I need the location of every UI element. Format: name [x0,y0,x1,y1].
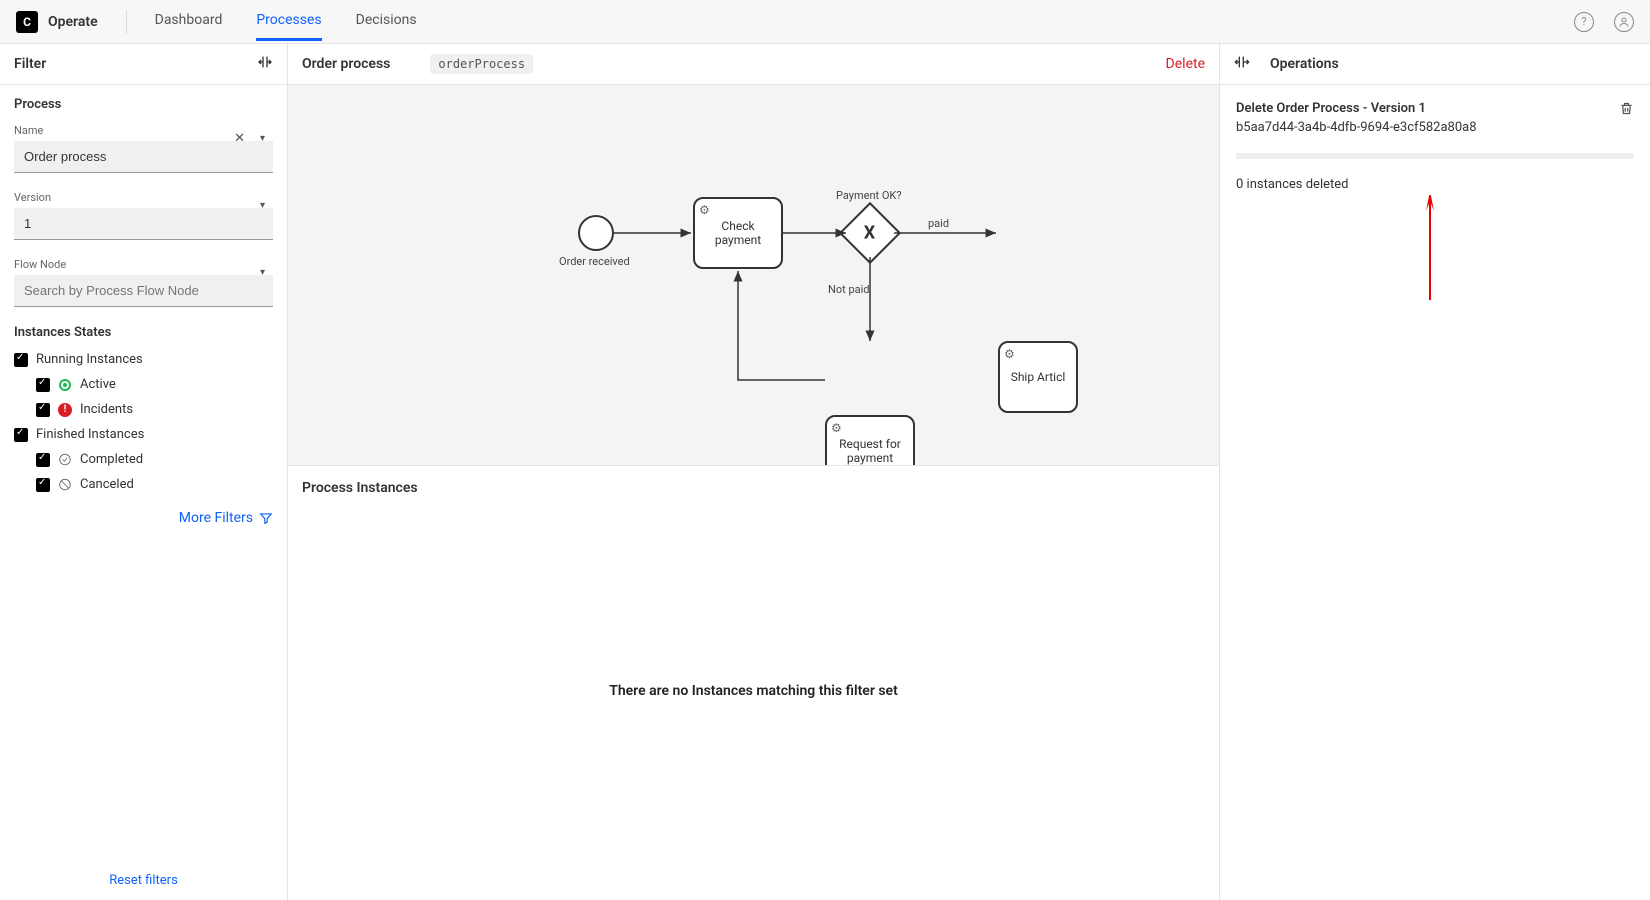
canceled-checkbox-row[interactable]: Canceled [36,477,273,492]
paid-label: paid [928,217,949,230]
process-id-badge: orderProcess [430,54,533,74]
completed-label: Completed [80,452,143,467]
flownode-field: Flow Node ▾ [14,258,273,307]
checkbox-icon [14,428,28,442]
bpmn-diagram[interactable]: Order received ⚙ Check payment X Payment… [288,85,1219,465]
filter-icon [259,511,273,525]
nav-decisions[interactable]: Decisions [356,12,417,41]
instances-empty-message: There are no Instances matching this fil… [302,496,1205,886]
canceled-state-icon [58,478,72,492]
instances-title: Process Instances [302,480,1205,496]
operations-title: Operations [1270,56,1339,72]
bpmn-task-check-payment[interactable]: ⚙ Check payment [693,197,783,269]
checkbox-icon [36,378,50,392]
active-checkbox-row[interactable]: Active [36,377,273,392]
help-icon[interactable]: ? [1574,12,1594,32]
finished-checkbox-row[interactable]: Finished Instances [14,427,273,442]
operation-status: 0 instances deleted [1236,177,1634,192]
version-field: Version ▾ [14,191,273,240]
clear-name-icon[interactable]: ✕ [234,131,245,146]
brand-separator [126,10,127,34]
checkbox-icon [36,453,50,467]
topbar-right: ? [1574,12,1634,32]
version-select[interactable] [14,208,273,240]
expand-operations-icon[interactable] [1234,54,1250,74]
sidebar-footer: Reset filters [0,861,287,900]
checkbox-icon [36,478,50,492]
bpmn-start-label: Order received [559,255,630,268]
annotation-arrow [1420,195,1440,305]
version-label: Version [14,191,273,204]
incidents-label: Incidents [80,402,133,417]
checkbox-icon [14,353,28,367]
filter-header: Filter [0,44,287,85]
operations-panel: Operations Delete Order Process - Versio… [1220,44,1650,900]
filter-title: Filter [14,56,46,72]
main-layout: Filter Process Name ✕ ▾ Version ▾ Flow [0,44,1650,900]
gear-icon: ⚙ [699,203,710,217]
active-state-icon [58,378,72,392]
checkbox-icon [36,403,50,417]
canceled-label: Canceled [80,477,134,492]
collapse-filter-icon[interactable] [257,54,273,74]
nav-dashboard[interactable]: Dashboard [155,12,223,41]
bpmn-task-ship[interactable]: ⚙ Ship Articl [998,341,1078,413]
gateway-label: Payment OK? [836,189,902,202]
operation-progress-bar [1236,153,1634,159]
process-header: Order process orderProcess Delete [288,44,1219,85]
finished-label: Finished Instances [36,427,144,442]
task-request-label: Request for payment [833,437,907,465]
bpmn-connectors [288,85,1088,465]
filter-sidebar: Filter Process Name ✕ ▾ Version ▾ Flow [0,44,288,900]
operation-title: Delete Order Process - Version 1 [1236,101,1477,116]
running-checkbox-row[interactable]: Running Instances [14,352,273,367]
center-panel: Order process orderProcess Delete Order … [288,44,1220,900]
flownode-label: Flow Node [14,258,273,271]
bpmn-start-event[interactable] [578,215,614,251]
states-section-title: Instances States [14,325,273,340]
brand-name: Operate [48,14,98,30]
instances-section: Process Instances There are no Instances… [288,465,1219,900]
bpmn-task-request-payment[interactable]: ⚙ Request for payment [825,415,915,465]
reset-filters-link[interactable]: Reset filters [109,873,178,888]
process-title: Order process [302,56,390,72]
active-label: Active [80,377,116,392]
delete-process-link[interactable]: Delete [1166,56,1205,72]
task-check-label: Check payment [701,219,775,247]
user-icon[interactable] [1614,12,1634,32]
task-ship-label: Ship Articl [1011,370,1066,384]
main-nav: Dashboard Processes Decisions [155,2,417,41]
operations-body: Delete Order Process - Version 1 b5aa7d4… [1220,85,1650,208]
completed-checkbox-row[interactable]: Completed [36,452,273,467]
operation-uuid: b5aa7d44-3a4b-4dfb-9694-e3cf582a80a8 [1236,120,1477,135]
name-field: Name ✕ ▾ [14,124,273,173]
operations-header: Operations [1220,44,1650,85]
gear-icon: ⚙ [1004,347,1015,361]
brand-logo: C [16,11,38,33]
bpmn-gateway[interactable]: X [839,202,901,264]
flownode-select[interactable] [14,275,273,307]
nav-processes[interactable]: Processes [256,12,321,41]
process-section-title: Process [14,97,273,112]
more-filters-label: More Filters [179,510,253,526]
filter-body: Process Name ✕ ▾ Version ▾ Flow Node ▾ I… [0,85,287,861]
operation-row: Delete Order Process - Version 1 b5aa7d4… [1236,101,1634,153]
running-label: Running Instances [36,352,143,367]
gear-icon: ⚙ [831,421,842,435]
topbar: C Operate Dashboard Processes Decisions … [0,0,1650,44]
more-filters-link[interactable]: More Filters [14,510,273,526]
completed-state-icon [58,453,72,467]
incidents-checkbox-row[interactable]: ! Incidents [36,402,273,417]
trash-icon[interactable] [1619,101,1634,120]
notpaid-label: Not paid [828,283,870,296]
incident-state-icon: ! [58,403,72,417]
